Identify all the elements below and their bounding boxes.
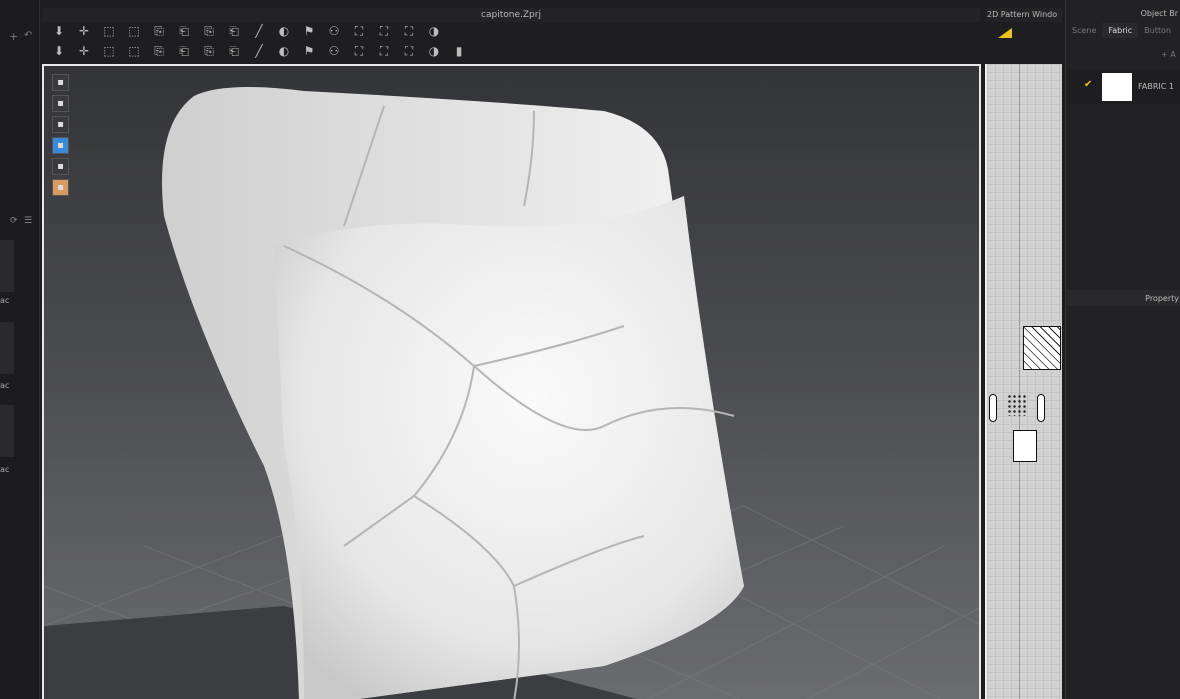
back-icon[interactable]: ↶ <box>24 30 32 41</box>
library-panel: + ↶ ⟳ ☰ ac ac ac <box>0 0 40 699</box>
select-mesh-icon[interactable]: ⬚ <box>98 22 120 40</box>
library-item-thumb[interactable] <box>0 405 14 457</box>
flat-view-icon[interactable]: ▪ <box>52 158 69 175</box>
fabric-swatch <box>1102 73 1132 101</box>
puckering-icon[interactable]: ⛶ <box>373 42 395 60</box>
pattern-piece-buttons[interactable] <box>1007 394 1027 416</box>
measure-icon[interactable]: ⛶ <box>398 22 420 40</box>
fold-icon[interactable]: ⬚ <box>98 42 120 60</box>
garment-view-2-icon[interactable]: ▪ <box>52 95 69 112</box>
line-icon[interactable]: ◐ <box>273 42 295 60</box>
window-title: capitone.Zprj <box>42 8 980 22</box>
tape-icon[interactable]: ⛶ <box>373 22 395 40</box>
refresh-icon[interactable]: ⟳ <box>10 216 18 226</box>
fit-icon[interactable]: ◑ <box>423 42 445 60</box>
tab-button[interactable]: Button <box>1138 23 1177 38</box>
button-icon[interactable]: ⎗ <box>223 42 245 60</box>
tab-fabric[interactable]: Fabric <box>1102 23 1139 38</box>
garment-view-icon[interactable]: ▪ <box>52 74 69 91</box>
arrange-icon[interactable]: ⛶ <box>398 42 420 60</box>
free-sew-icon[interactable]: ⎘ <box>198 22 220 40</box>
show-avatar-icon[interactable]: ⛶ <box>348 22 370 40</box>
pattern-piece[interactable] <box>1037 394 1045 422</box>
edit-pin-icon[interactable]: ╱ <box>248 22 270 40</box>
library-item-label: ac <box>0 465 10 474</box>
check-icon[interactable]: ✔ <box>1084 79 1092 90</box>
fabric-list-item[interactable]: ✔ FABRIC 1 <box>1068 70 1180 104</box>
2d-pattern-window[interactable] <box>985 64 1062 699</box>
pattern-piece[interactable] <box>989 394 997 422</box>
select-garment-icon[interactable]: ✛ <box>73 42 95 60</box>
ruler-icon[interactable]: ◑ <box>423 22 445 40</box>
avatar-view-icon[interactable]: ▪ <box>52 116 69 133</box>
library-item-thumb[interactable] <box>0 240 14 292</box>
segment-sew-icon[interactable]: ⎗ <box>173 22 195 40</box>
tab-scene[interactable]: Scene <box>1066 23 1102 38</box>
add-fabric-button[interactable]: + A <box>1161 50 1176 59</box>
edit-pattern-icon[interactable]: ⬚ <box>123 22 145 40</box>
library-item-label: ac <box>0 296 10 305</box>
add-point-icon[interactable]: ⎘ <box>148 22 170 40</box>
fold-arrangement-icon[interactable]: ◐ <box>273 22 295 40</box>
fabric-icon[interactable]: ⎘ <box>148 42 170 60</box>
skin-view-icon[interactable]: ▪ <box>52 179 69 196</box>
sticker-icon[interactable]: ⛶ <box>348 42 370 60</box>
object-browser-title: Object Br <box>1140 9 1178 18</box>
steam-icon[interactable]: ⬚ <box>123 42 145 60</box>
avatar-pose-icon[interactable]: ⬇ <box>48 42 70 60</box>
object-browser: Object Br Scene Fabric Button + A ✔ FABRIC… <box>1065 0 1180 699</box>
pattern-piece-tufted[interactable] <box>1023 326 1061 370</box>
buttonhole-icon[interactable]: ╱ <box>248 42 270 60</box>
pattern-tool-icon[interactable] <box>998 28 1012 38</box>
snap-icon[interactable]: ⚑ <box>298 42 320 60</box>
property-editor-title: Property <box>1066 290 1180 306</box>
3d-viewport[interactable]: ▪ ▪ ▪ ▪ ▪ ▪ <box>42 64 981 699</box>
fabric-view-icon[interactable]: ▪ <box>52 137 69 154</box>
sewing-tool-icon[interactable]: ⎗ <box>223 22 245 40</box>
attach-icon[interactable]: ⎗ <box>173 42 195 60</box>
fabric-name: FABRIC 1 <box>1138 82 1174 91</box>
library-item-label: ac <box>0 381 10 390</box>
list-icon[interactable]: ☰ <box>24 216 32 226</box>
pattern-window-title: 2D Pattern Windo <box>985 8 1062 22</box>
library-item-thumb[interactable] <box>0 322 14 374</box>
morph-icon[interactable]: ▮ <box>448 42 470 60</box>
simulate-icon[interactable]: ⬇ <box>48 22 70 40</box>
topstitch-icon[interactable]: ⚇ <box>323 42 345 60</box>
toolbar-row-2: ⬇ ✛ ⬚ ⬚ ⎘ ⎗ ⎘ ⎗ ╱ ◐ ⚑ ⚇ ⛶ ⛶ ⛶ ◑ ▮ <box>48 42 470 62</box>
pattern-piece[interactable] <box>1013 430 1037 462</box>
zipper-icon[interactable]: ⎘ <box>198 42 220 60</box>
chair-model <box>44 87 979 699</box>
tack-icon[interactable]: ⚑ <box>298 22 320 40</box>
toolbar-row-1: ⬇ ✛ ⬚ ⬚ ⎘ ⎗ ⎘ ⎗ ╱ ◐ ⚑ ⚇ ⛶ ⛶ ⛶ ◑ <box>48 22 445 42</box>
transform-pattern-icon[interactable]: ✛ <box>73 22 95 40</box>
show-garment-icon[interactable]: ⚇ <box>323 22 345 40</box>
add-icon[interactable]: + <box>9 30 18 43</box>
